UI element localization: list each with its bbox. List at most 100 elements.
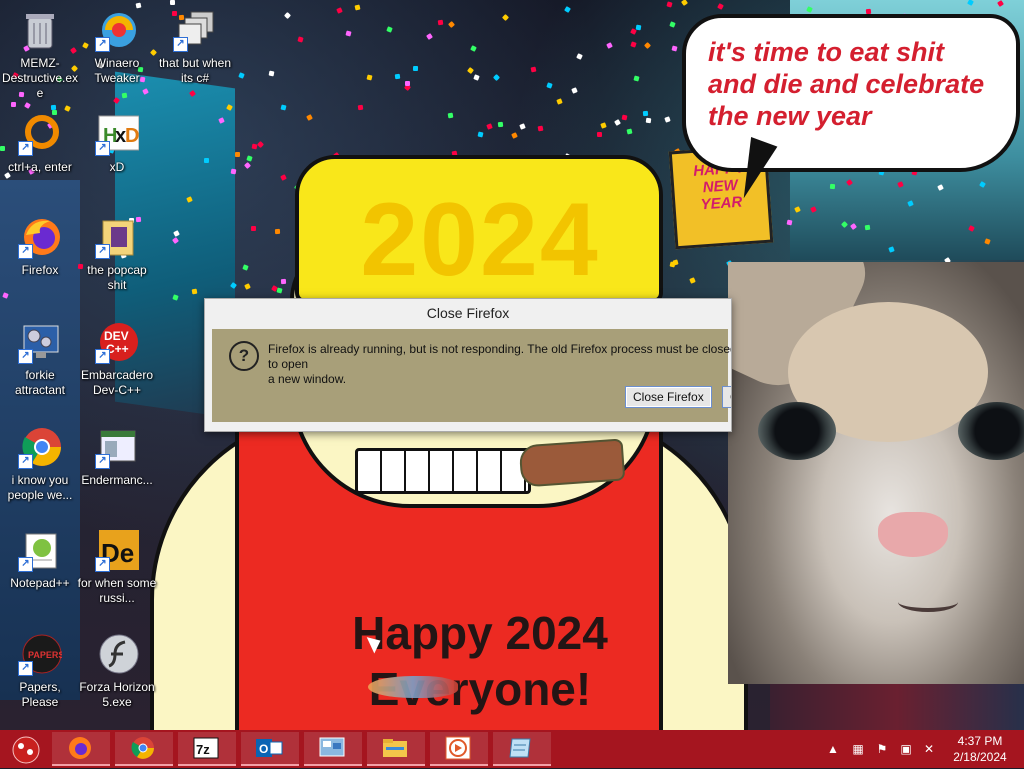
taskbar-media-player[interactable]	[430, 732, 488, 766]
window-app-icon: ↗	[95, 425, 139, 469]
popcap-folder-icon: ↗	[95, 215, 139, 259]
cancel-button[interactable]: Cancel	[722, 386, 731, 408]
papers-please-icon: PAPERS ↗	[18, 632, 64, 676]
taskbar-firefox[interactable]	[52, 732, 110, 766]
outlook-icon: O	[256, 739, 283, 757]
flag-icon[interactable]: ⚑	[875, 742, 889, 756]
hxd-icon: HxD ↗	[95, 112, 140, 156]
desktop-icon-label: Papers, Please	[19, 680, 61, 709]
desktop-icon-forkie[interactable]: ↗ forkie attractant	[0, 320, 80, 398]
speech-bubble-text: it's time to eat shit and die and celebr…	[708, 37, 985, 131]
desktop-icon-label: for when some russi...	[77, 576, 157, 605]
dialog-content: ? Firefox is already running, but is not…	[212, 329, 731, 422]
file-explorer-icon	[383, 739, 407, 757]
shortcut-arrow-icon: ↗	[18, 454, 33, 469]
desktop-icon-de[interactable]: De ↗ for when some russi...	[77, 528, 157, 606]
desktop-icon-popcap[interactable]: ↗ the popcap shit	[77, 215, 157, 293]
chrome-icon	[131, 737, 154, 759]
dialog-message: Firefox is already running, but is not r…	[268, 342, 731, 386]
question-icon: ?	[229, 341, 259, 371]
desktop-icon-forza[interactable]: Forza Horizon 5.exe	[77, 632, 157, 710]
flash-icon	[95, 632, 139, 676]
close-firefox-dialog: Close Firefox ? Firefox is already runni…	[204, 298, 732, 432]
svg-text:DEV: DEV	[104, 329, 129, 343]
shortcut-arrow-icon: ↗	[95, 37, 110, 52]
settings-monitor-icon: ↗	[18, 320, 62, 364]
shortcut-arrow-icon: ↗	[95, 244, 110, 259]
desktop-icon-devcpp[interactable]: DEV C++ ↗ Embarcadero Dev-C++	[77, 320, 157, 398]
chevron-up-icon[interactable]: ▲	[826, 742, 840, 756]
clock-time: 4:37 PM	[957, 734, 1003, 748]
taskbar-control-panel[interactable]	[304, 732, 362, 766]
desktop-icon-label: that but when its c#	[158, 56, 232, 85]
cat-eye-left	[758, 402, 836, 460]
shortcut-arrow-icon: ↗	[18, 557, 33, 572]
desktop-icon-csharp[interactable]: ↗ that but when its c#	[155, 8, 235, 86]
desktop-icon-label: Endermanc...	[81, 473, 153, 487]
shortcut-arrow-icon: ↗	[18, 141, 33, 156]
media-player-icon	[445, 736, 471, 760]
notepad-icon	[509, 738, 531, 758]
taskbar-clock[interactable]: 4:37 PM 2/18/2024	[940, 733, 1020, 765]
desktop-icon-label: MEMZ-Destructive.exe	[1, 56, 79, 100]
cat-mouth	[898, 592, 958, 612]
desktop-icon-endermanch[interactable]: ↗ Endermanc...	[77, 425, 157, 488]
notepadpp-icon: ↗	[18, 528, 62, 572]
apron-greeting: Happy 2024 Everyone!	[352, 607, 608, 715]
desktop-icon-label: Notepad++	[10, 576, 70, 590]
desktop-icon-label: ctrl+a, enter	[8, 160, 72, 174]
desktop-icon-label: Winaero Tweaker	[94, 56, 140, 85]
desktop-icon-winaero[interactable]: ↗ Winaero Tweaker	[77, 8, 157, 86]
svg-text:D: D	[125, 125, 139, 147]
svg-text:PAPERS: PAPERS	[28, 650, 62, 660]
close-firefox-button[interactable]: Close Firefox	[625, 386, 712, 408]
cartoon-mouth	[355, 448, 531, 494]
desktop-icon-label: forkie attractant	[14, 368, 66, 397]
desktop-icon-label: Embarcadero Dev-C++	[80, 368, 154, 397]
shortcut-arrow-icon: ↗	[95, 349, 110, 364]
display-icon[interactable]: ▣	[899, 742, 913, 756]
desktop-icon-label: Firefox	[21, 263, 59, 277]
shortcut-arrow-icon: ↗	[95, 557, 110, 572]
recycle-bin-icon	[18, 8, 62, 52]
desktop-icon-ctrl-a-enter[interactable]: ↗ ctrl+a, enter	[0, 112, 80, 175]
network-icon[interactable]: ▦	[851, 742, 865, 756]
taskbar-chrome[interactable]	[115, 732, 173, 766]
desktop-icon-label: i know you people we...	[7, 473, 73, 502]
7zip-icon: 7z	[193, 737, 219, 759]
orange-ring-icon: ↗	[18, 112, 62, 156]
shortcut-arrow-icon: ↗	[95, 141, 110, 156]
chrome-icon: ↗	[18, 425, 62, 469]
desktop-icon-label: the popcap shit	[87, 263, 147, 292]
svg-text:7z: 7z	[196, 742, 210, 757]
taskbar-7zip[interactable]: 7z	[178, 732, 236, 766]
dialog-title[interactable]: Close Firefox	[205, 299, 731, 327]
desktop-icon-firefox[interactable]: ↗ Firefox	[0, 215, 80, 278]
taskbar-file-explorer[interactable]	[367, 732, 425, 766]
clock-date: 2/18/2024	[953, 750, 1007, 764]
de-icon: De ↗	[95, 528, 139, 572]
desktop-icon-label: Forza Horizon 5.exe	[79, 680, 155, 709]
desktop-icon-notepadpp[interactable]: ↗ Notepad++	[0, 528, 80, 591]
shortcut-arrow-icon: ↗	[95, 454, 110, 469]
taskbar-outlook[interactable]: O	[241, 732, 299, 766]
shortcut-arrow-icon: ↗	[18, 661, 33, 676]
desktop-icon-chrome[interactable]: ↗ i know you people we...	[0, 425, 80, 503]
cat-photo	[728, 262, 1024, 684]
volume-muted-icon[interactable]: ✕	[922, 742, 936, 756]
hat-year-text: 2024	[360, 182, 600, 298]
fish-image	[368, 676, 458, 698]
shortcut-arrow-icon: ↗	[173, 37, 188, 52]
windows-stack-icon: ↗	[173, 8, 217, 52]
desktop-icon-memz[interactable]: MEMZ-Destructive.exe	[0, 8, 80, 101]
taskbar-notepad[interactable]	[493, 732, 551, 766]
control-panel-icon	[319, 737, 345, 757]
cat-eye-right	[958, 402, 1024, 460]
firefox-icon	[69, 737, 91, 759]
start-button[interactable]	[6, 734, 46, 764]
desktop-icon-papers-please[interactable]: PAPERS ↗ Papers, Please	[0, 632, 80, 710]
shortcut-arrow-icon: ↗	[18, 349, 33, 364]
devcpp-icon: DEV C++ ↗	[95, 320, 139, 364]
svg-text:O: O	[259, 742, 268, 756]
desktop-icon-xd[interactable]: HxD ↗ xD	[77, 112, 157, 175]
